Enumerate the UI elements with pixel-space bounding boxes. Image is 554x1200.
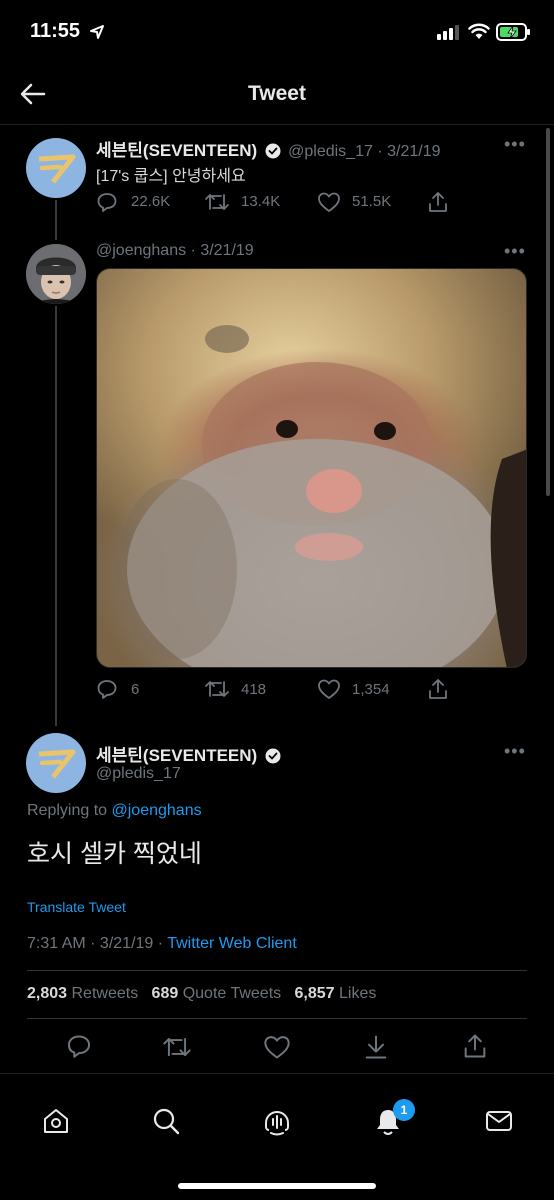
main-tweet-text: 호시 셀카 찍었네 (27, 840, 202, 868)
more-options-icon[interactable]: ••• (504, 741, 526, 762)
status-time: 11:55 (30, 20, 81, 42)
seventeen-avatar[interactable] (26, 138, 86, 198)
quotes-label: Quote Tweets (182, 985, 282, 1002)
likes-count: 6,857 (294, 985, 335, 1002)
author-name[interactable]: 세븐틴(SEVENTEEN) (96, 141, 257, 160)
profile-photo (26, 244, 86, 304)
retweets-stat[interactable]: 2,803 Retweets (27, 985, 138, 1002)
messages-icon[interactable] (484, 1107, 514, 1135)
location-icon (90, 25, 104, 39)
page-title: Tweet (248, 82, 306, 105)
signal-icon (437, 24, 459, 40)
divider (27, 1018, 527, 1019)
like-count: 1,354 (352, 681, 390, 698)
client-link[interactable]: Twitter Web Client (167, 935, 297, 952)
home-indicator[interactable] (178, 1183, 376, 1189)
joenghans-avatar[interactable] (26, 244, 86, 304)
main-author-row: 세븐틴(SEVENTEEN) (96, 741, 281, 766)
author-name[interactable]: 세븐틴(SEVENTEEN) (96, 746, 257, 765)
replying-to-link[interactable]: @joenghans (112, 802, 202, 819)
share-icon[interactable] (427, 677, 449, 701)
hamster-selfie-image[interactable] (96, 268, 527, 668)
tweet-timestamp: 7:31 AM · 3/21/19 · Twitter Web Client (27, 935, 297, 953)
more-options-icon[interactable]: ••• (504, 241, 526, 262)
reply-count: 6 (131, 681, 140, 698)
retweet-icon[interactable] (204, 191, 230, 213)
likes-stat[interactable]: 6,857 Likes (294, 985, 376, 1002)
quotes-count: 689 (151, 985, 179, 1002)
tweet-text: [17's 쿱스] 안녕하세요 (96, 168, 246, 185)
tab-bar-divider (0, 1073, 554, 1074)
replying-to: Replying to @joenghans (27, 802, 202, 820)
quotes-stat[interactable]: 689 Quote Tweets (152, 985, 282, 1002)
divider (27, 970, 527, 971)
retweet-icon[interactable] (162, 1034, 192, 1060)
share-icon[interactable] (462, 1032, 488, 1060)
tweet2-header: @joenghans · 3/21/19 (96, 242, 254, 260)
retweets-label: Retweets (71, 985, 139, 1002)
hamster-illustration (117, 325, 526, 667)
tweet-date: · 3/21/19 (377, 143, 441, 160)
engagement-stats: 2,803 Retweets 689 Quote Tweets 6,857 Li… (27, 985, 376, 1003)
retweets-count: 2,803 (27, 985, 68, 1002)
more-options-icon[interactable]: ••• (504, 134, 526, 155)
translate-tweet-link[interactable]: Translate Tweet (27, 899, 126, 915)
seventeen-logo-icon (38, 154, 76, 184)
notification-badge: 1 (393, 1099, 415, 1121)
retweet-icon[interactable] (204, 678, 230, 700)
reply-icon[interactable] (96, 678, 118, 700)
reply-icon[interactable] (66, 1033, 92, 1059)
thread-line (55, 200, 57, 240)
like-icon[interactable] (263, 1034, 291, 1060)
author-handle[interactable]: @pledis_17 (96, 765, 181, 783)
home-icon[interactable] (41, 1106, 71, 1136)
timestamp: 7:31 AM · 3/21/19 · (27, 935, 168, 952)
author-handle[interactable]: @pledis_17 (288, 143, 373, 160)
share-icon[interactable] (427, 190, 449, 214)
search-icon[interactable] (151, 1106, 181, 1136)
like-count: 51.5K (352, 193, 392, 210)
verified-icon (265, 748, 281, 764)
verified-icon (265, 143, 281, 159)
spaces-icon[interactable] (261, 1105, 293, 1137)
seventeen-avatar[interactable] (26, 733, 86, 793)
retweet-count: 13.4K (241, 193, 281, 210)
reply-icon[interactable] (96, 191, 118, 213)
like-icon[interactable] (317, 191, 341, 213)
reply-count: 22.6K (131, 193, 171, 210)
battery-icon (496, 23, 530, 41)
like-icon[interactable] (317, 678, 341, 700)
author-handle[interactable]: @joenghans (96, 242, 186, 259)
thread-line (55, 306, 57, 726)
scrollbar[interactable] (546, 128, 550, 496)
likes-label: Likes (338, 985, 377, 1002)
retweet-count: 418 (241, 681, 267, 698)
bookmark-download-icon[interactable] (363, 1033, 389, 1061)
tweet-date: · 3/21/19 (190, 242, 254, 259)
replying-label: Replying to (27, 802, 112, 819)
wifi-icon (468, 23, 490, 39)
seventeen-logo-icon (38, 749, 76, 779)
header-divider (0, 124, 554, 125)
tweet1-header: 세븐틴(SEVENTEEN) @pledis_17 · 3/21/19 (96, 136, 440, 161)
